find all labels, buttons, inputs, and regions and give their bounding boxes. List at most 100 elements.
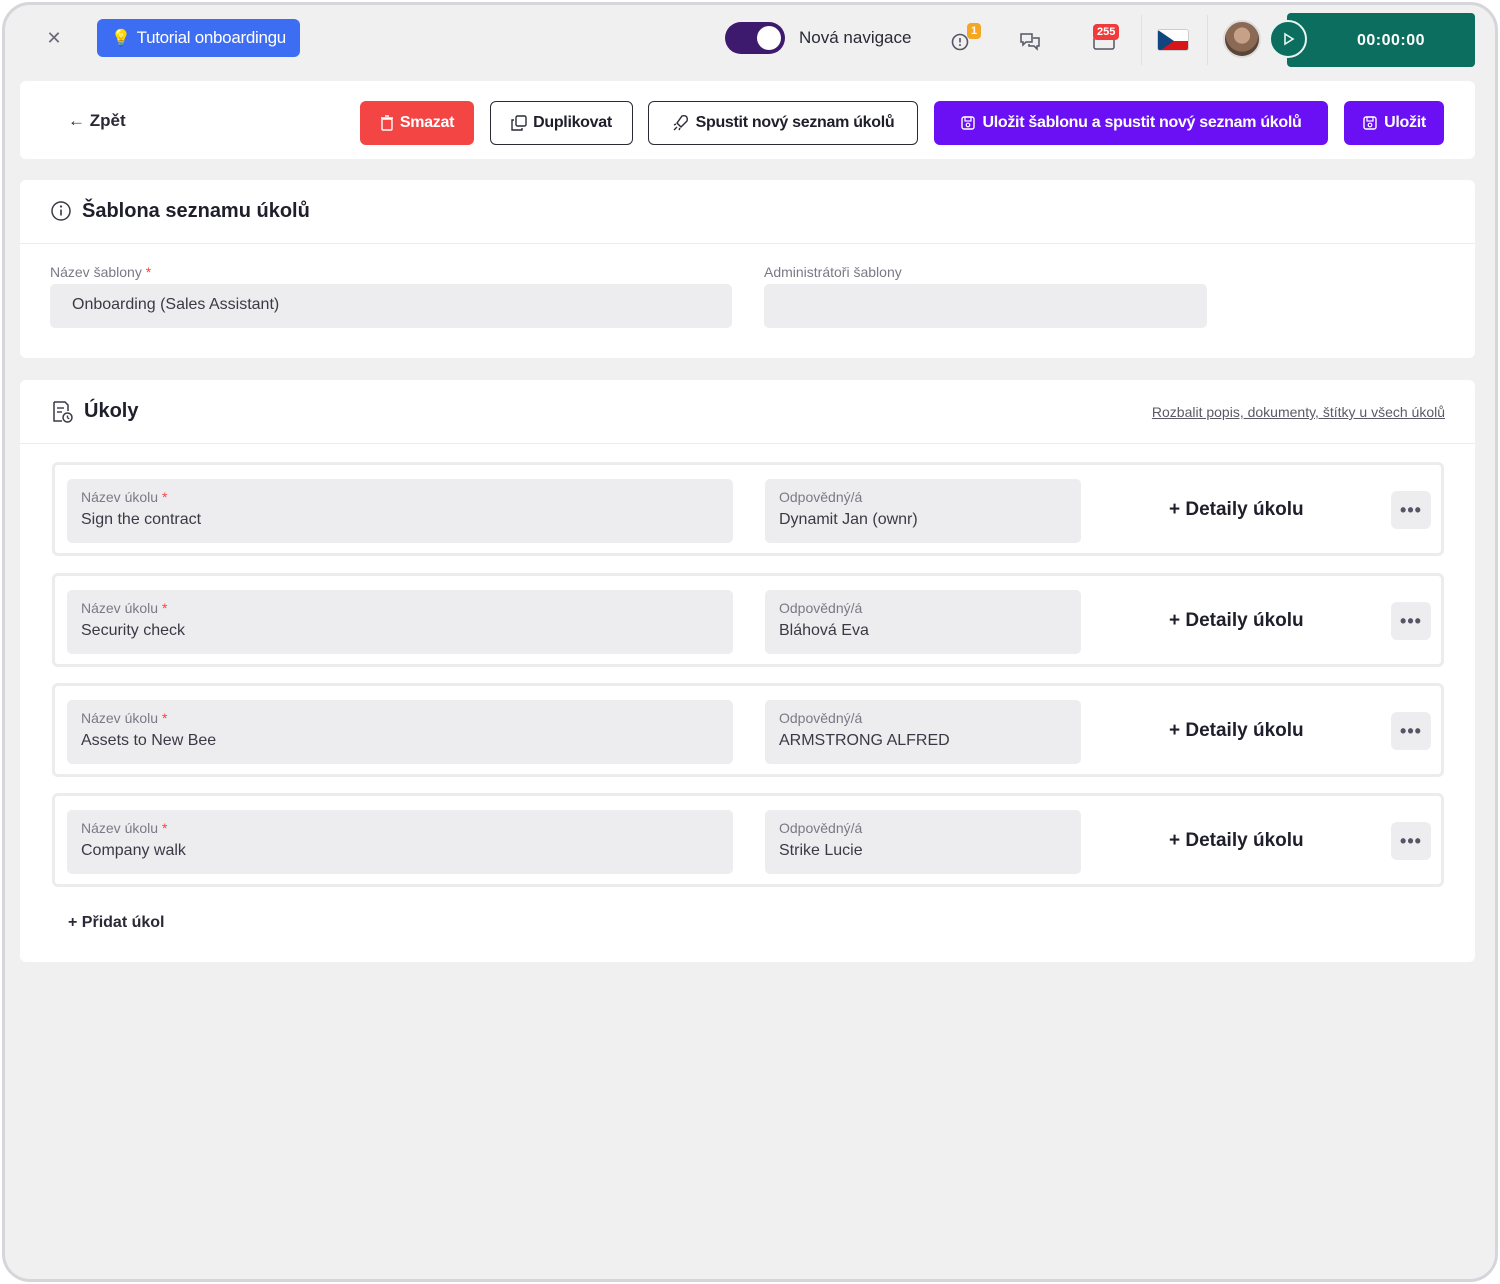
template-admins-input[interactable] — [764, 284, 1207, 328]
play-icon — [1284, 32, 1295, 46]
rocket-icon — [673, 115, 688, 131]
language-flag-czech-icon[interactable] — [1157, 29, 1189, 51]
timer-display: 00:00:00 — [1357, 32, 1426, 49]
task-owner-label: Odpovědný/á — [779, 710, 863, 726]
notifications-badge: 1 — [967, 23, 982, 39]
back-label: Zpět — [89, 111, 126, 130]
task-details-button[interactable]: + Detaily úkolu — [1169, 499, 1304, 521]
delete-button[interactable]: Smazat — [360, 101, 474, 145]
tutorial-button[interactable]: 💡 Tutorial onboardingu — [97, 19, 300, 57]
required-marker: * — [161, 489, 168, 505]
task-owner-label: Odpovědný/á — [779, 600, 863, 616]
expand-all-link[interactable]: Rozbalit popis, dokumenty, štítky u všec… — [1152, 404, 1445, 420]
duplicate-label: Duplikovat — [533, 114, 612, 131]
add-task-button[interactable]: + Přidat úkol — [68, 914, 164, 932]
template-card-header: Šablona seznamu úkolů — [20, 180, 1475, 244]
task-row: Název úkolu * Sign the contract Odpovědn… — [52, 462, 1444, 556]
tasks-title: Úkoly — [84, 400, 139, 422]
tutorial-label: Tutorial onboardingu — [136, 28, 287, 47]
chat-bubbles-icon — [1020, 33, 1040, 51]
arrow-left-icon: ← — [68, 111, 85, 130]
top-bar: ✕ 💡 Tutorial onboardingu Nová navigace 1… — [5, 5, 1495, 77]
more-options-icon[interactable]: ••• — [1391, 822, 1431, 860]
divider — [1207, 15, 1208, 65]
task-name-label-text: Název úkolu — [81, 820, 159, 836]
save-icon — [1363, 116, 1377, 130]
app-window: ✕ 💡 Tutorial onboardingu Nová navigace 1… — [2, 2, 1498, 1282]
task-details-button[interactable]: + Detaily úkolu — [1169, 720, 1304, 742]
flag-czech-graphic — [1158, 30, 1188, 50]
task-owner-field[interactable]: Odpovědný/á Strike Lucie — [765, 810, 1081, 874]
task-owner-field[interactable]: Odpovědný/á ARMSTRONG ALFRED — [765, 700, 1081, 764]
task-name-label: Název úkolu * — [81, 600, 719, 616]
delete-label: Smazat — [399, 114, 455, 131]
more-options-icon[interactable]: ••• — [1391, 712, 1431, 750]
more-options-icon[interactable]: ••• — [1391, 602, 1431, 640]
copy-icon — [511, 115, 527, 131]
template-name-label: Název šablony * — [50, 264, 151, 280]
task-name-field[interactable]: Název úkolu * Sign the contract — [67, 479, 733, 543]
save-button[interactable]: Uložit — [1344, 101, 1444, 145]
task-owner-label: Odpovědný/á — [779, 489, 863, 505]
user-avatar[interactable] — [1223, 20, 1261, 58]
task-details-button[interactable]: + Detaily úkolu — [1169, 610, 1304, 632]
task-name-value: Sign the contract — [81, 511, 202, 528]
required-marker: * — [161, 600, 168, 616]
task-name-value: Company walk — [81, 842, 186, 859]
save-label: Uložit — [1384, 114, 1426, 131]
task-owner-value: Bláhová Eva — [779, 622, 869, 639]
new-navigation-toggle[interactable] — [725, 22, 785, 54]
trash-icon — [380, 115, 393, 131]
more-options-icon[interactable]: ••• — [1391, 491, 1431, 529]
task-row: Název úkolu * Security check Odpovědný/á… — [52, 573, 1444, 667]
plus-icon: + — [68, 914, 78, 931]
task-name-field[interactable]: Název úkolu * Company walk — [67, 810, 733, 874]
task-name-label-text: Název úkolu — [81, 600, 159, 616]
save-and-start-label: Uložit šablonu a spustit nový seznam úko… — [982, 114, 1302, 131]
messages-badge: 255 — [1093, 24, 1120, 40]
template-name-input[interactable]: Onboarding (Sales Assistant) — [50, 284, 732, 328]
task-details-button[interactable]: + Detaily úkolu — [1169, 830, 1304, 852]
play-button[interactable] — [1269, 20, 1307, 58]
task-owner-value: Dynamit Jan (ownr) — [779, 511, 918, 528]
start-new-list-label: Spustit nový seznam úkolů — [695, 114, 895, 131]
required-marker: * — [161, 710, 168, 726]
template-title: Šablona seznamu úkolů — [82, 200, 310, 222]
info-icon — [51, 201, 71, 221]
save-icon — [961, 116, 976, 130]
save-and-start-button[interactable]: Uložit šablonu a spustit nový seznam úko… — [934, 101, 1328, 145]
task-owner-value: Strike Lucie — [779, 842, 863, 859]
task-list-icon — [53, 401, 73, 423]
task-row: Název úkolu * Assets to New Bee Odpovědn… — [52, 683, 1444, 777]
task-name-label-text: Název úkolu — [81, 489, 159, 505]
task-row: Název úkolu * Company walk Odpovědný/á S… — [52, 793, 1444, 887]
task-owner-field[interactable]: Odpovědný/á Dynamit Jan (ownr) — [765, 479, 1081, 543]
required-marker: * — [161, 820, 168, 836]
task-name-field[interactable]: Název úkolu * Assets to New Bee — [67, 700, 733, 764]
action-bar: ← Zpět Smazat Duplikovat Spustit nový se… — [20, 81, 1475, 159]
task-name-label-text: Název úkolu — [81, 710, 159, 726]
tasks-card: Úkoly Rozbalit popis, dokumenty, štítky … — [20, 380, 1475, 962]
close-icon[interactable]: ✕ — [43, 27, 65, 49]
template-card: Šablona seznamu úkolů Název šablony * On… — [20, 180, 1475, 358]
duplicate-button[interactable]: Duplikovat — [490, 101, 633, 145]
task-name-label: Název úkolu * — [81, 820, 719, 836]
chat-button[interactable] — [1015, 27, 1045, 55]
task-owner-value: ARMSTRONG ALFRED — [779, 732, 950, 749]
task-name-label: Název úkolu * — [81, 489, 719, 505]
template-name-label-text: Název šablony — [50, 264, 142, 280]
required-marker: * — [145, 264, 152, 280]
task-name-field[interactable]: Název úkolu * Security check — [67, 590, 733, 654]
task-owner-label: Odpovědný/á — [779, 820, 863, 836]
task-name-label: Název úkolu * — [81, 710, 719, 726]
task-name-value: Assets to New Bee — [81, 732, 217, 749]
lightbulb-icon: 💡 — [111, 30, 131, 47]
task-owner-field[interactable]: Odpovědný/á Bláhová Eva — [765, 590, 1081, 654]
template-admins-label: Administrátoři šablony — [764, 264, 902, 280]
task-name-value: Security check — [81, 622, 186, 639]
add-task-label: Přidat úkol — [81, 914, 165, 931]
start-new-list-button[interactable]: Spustit nový seznam úkolů — [648, 101, 918, 145]
divider — [1141, 15, 1142, 65]
back-button[interactable]: ← Zpět — [68, 111, 126, 131]
new-navigation-label: Nová navigace — [799, 28, 912, 47]
